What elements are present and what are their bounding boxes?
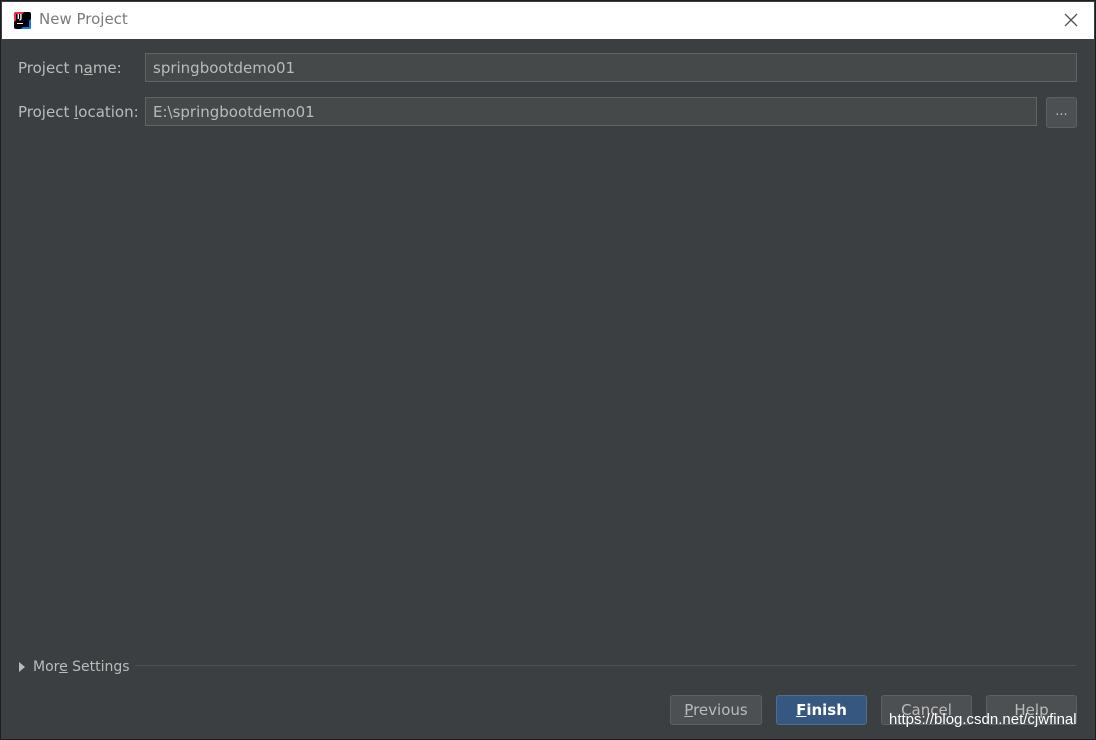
- project-name-input[interactable]: [145, 53, 1077, 82]
- project-location-input[interactable]: [145, 97, 1037, 126]
- expand-triangle-icon: [19, 662, 25, 672]
- project-location-label: Project location:: [18, 103, 139, 121]
- close-icon[interactable]: [1060, 9, 1082, 31]
- browse-button[interactable]: ...: [1046, 97, 1077, 128]
- more-settings-label: More Settings: [33, 659, 130, 675]
- title-bar[interactable]: IJ New Project: [2, 2, 1094, 39]
- more-settings-toggle[interactable]: More Settings: [19, 657, 130, 677]
- finish-button[interactable]: Finish: [776, 695, 867, 725]
- window-title: New Project: [39, 10, 128, 28]
- project-name-label: Project name:: [18, 59, 122, 77]
- watermark-text: https://blog.csdn.net/cjwfinal: [889, 711, 1077, 728]
- intellij-idea-icon: IJ: [14, 12, 31, 29]
- more-settings-divider: [135, 665, 1076, 666]
- previous-button[interactable]: Previous: [670, 695, 762, 725]
- new-project-dialog: IJ New Project Project name: Project loc…: [0, 0, 1096, 740]
